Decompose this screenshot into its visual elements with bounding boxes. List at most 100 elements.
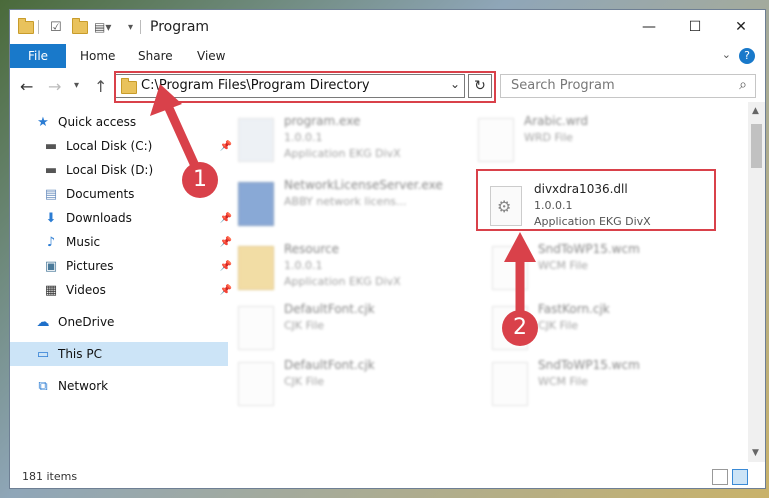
scroll-down-icon[interactable]: ▼ (752, 448, 759, 458)
exe-icon (238, 118, 274, 162)
qat-dropdown-icon[interactable]: ▾ (128, 19, 133, 35)
music-icon: ♪ (46, 234, 56, 250)
file-name: DefaultFont.cjk (284, 302, 375, 316)
file-type: CJK File (284, 319, 325, 332)
file-item-arabic-wrd[interactable]: Arabic.wrd WRD File (478, 114, 678, 170)
close-button[interactable]: ✕ (718, 10, 764, 44)
file-list: program.exe 1.0.0.1 Application EKG DivX… (206, 102, 741, 462)
sidebar-item-label: Local Disk (D:) (66, 163, 154, 177)
help-icon[interactable]: ? (739, 48, 755, 64)
separator (38, 19, 39, 35)
file-type: Application EKG DivX (284, 147, 401, 160)
item-count: 181 items (22, 470, 78, 483)
sidebar-item-label: This PC (58, 347, 102, 361)
tab-home[interactable]: Home (80, 44, 115, 68)
sidebar-item-label: OneDrive (58, 315, 115, 329)
file-item-program-exe[interactable]: program.exe 1.0.0.1 Application EKG DivX (238, 114, 438, 170)
document-icon (492, 362, 528, 406)
file-item-defaultfont-cjk-2[interactable]: DefaultFont.cjk CJK File (238, 358, 438, 414)
sidebar-item-label: Quick access (58, 115, 137, 129)
download-icon: ⬇ (45, 210, 57, 226)
sidebar-item-local-disk-c[interactable]: ▬ Local Disk (C:) 📌 (10, 134, 236, 158)
sidebar-item-downloads[interactable]: ⬇ Downloads 📌 (10, 206, 236, 230)
ribbon-tabs: Home Share View (10, 44, 765, 69)
title-bar: ☑ ▤▾ ▾ Program — ☐ ✕ (10, 10, 765, 44)
scrollbar-thumb[interactable] (751, 124, 762, 168)
sidebar-item-onedrive[interactable]: ☁ OneDrive (10, 310, 228, 334)
sidebar-item-label: Documents (66, 187, 135, 201)
sidebar-item-videos[interactable]: ▦ Videos 📌 (10, 278, 236, 302)
separator (140, 19, 141, 35)
drive-icon: ▬ (44, 138, 58, 154)
file-type: WCM File (538, 375, 588, 388)
folder-icon (18, 17, 34, 35)
file-type: WRD File (524, 131, 573, 144)
window-title: Program (150, 19, 210, 35)
sidebar-item-label: Network (58, 379, 109, 393)
file-type: Application EKG DivX (284, 275, 401, 288)
sidebar-item-music[interactable]: ♪ Music 📌 (10, 230, 236, 254)
sidebar-item-label: Pictures (66, 259, 114, 273)
videos-icon: ▦ (44, 282, 58, 298)
address-highlight-box (114, 71, 496, 103)
new-folder-icon[interactable] (72, 17, 88, 35)
document-icon (492, 246, 528, 290)
tab-view[interactable]: View (197, 44, 225, 68)
file-item-resource[interactable]: Resource 1.0.0.1 Application EKG DivX (238, 242, 438, 298)
file-type: CJK File (538, 319, 579, 332)
tab-file[interactable]: File (10, 44, 66, 68)
details-view-icon[interactable] (712, 469, 728, 485)
cloud-icon: ☁ (36, 314, 50, 330)
navigation-pane: ★ Quick access ▬ Local Disk (C:) 📌 ▬ Loc… (10, 102, 232, 462)
file-version: 1.0.0.1 (284, 131, 323, 144)
search-input[interactable]: Search Program ⌕ (500, 74, 756, 98)
documents-icon: ▤ (44, 186, 58, 202)
network-icon: ⧉ (38, 378, 48, 394)
maximize-button[interactable]: ☐ (672, 10, 718, 44)
file-name: program.exe (284, 114, 361, 128)
properties-icon[interactable]: ☑ (50, 19, 62, 35)
ribbon-expand-icon[interactable]: ⌄ (722, 48, 731, 61)
customize-qat-icon[interactable]: ▤▾ (94, 19, 111, 35)
scroll-up-icon[interactable]: ▲ (752, 106, 759, 116)
step-badge-1: 1 (182, 162, 218, 198)
file-name: Resource (284, 242, 340, 256)
sidebar-item-pictures[interactable]: ▣ Pictures 📌 (10, 254, 236, 278)
sidebar-item-this-pc[interactable]: ▭ This PC (10, 342, 228, 366)
file-item-sndtowp15-wcm-2[interactable]: SndToWP15.wcm WCM File (492, 358, 692, 414)
exe-icon (238, 182, 274, 226)
file-name: DefaultFont.cjk (284, 358, 375, 372)
file-type: WCM File (538, 259, 588, 272)
sidebar-item-label: Music (66, 235, 101, 249)
tiles-view-icon[interactable] (732, 469, 748, 485)
document-icon (478, 118, 514, 162)
up-icon[interactable]: ↑ (94, 77, 107, 96)
pictures-icon: ▣ (44, 258, 58, 274)
document-icon (238, 362, 274, 406)
search-icon: ⌕ (739, 77, 747, 93)
file-version: 1.0.0.1 (284, 259, 323, 272)
drive-icon: ▬ (44, 162, 58, 178)
recent-locations-icon[interactable]: ▾ (74, 80, 79, 91)
sidebar-item-quick-access[interactable]: ★ Quick access (10, 110, 228, 134)
vertical-scrollbar[interactable]: ▲ ▼ (748, 102, 765, 462)
forward-icon[interactable]: → (48, 77, 61, 96)
minimize-button[interactable]: — (626, 10, 672, 44)
file-item-sndtowp15-wcm[interactable]: SndToWP15.wcm WCM File (492, 242, 692, 298)
sidebar-item-label: Local Disk (C:) (66, 139, 153, 153)
file-name: FastKorn.cjk (538, 302, 610, 316)
file-item-defaultfont-cjk[interactable]: DefaultFont.cjk CJK File (238, 302, 438, 358)
file-type: CJK File (284, 375, 325, 388)
sidebar-item-label: Downloads (66, 211, 132, 225)
back-icon[interactable]: ← (20, 77, 33, 96)
star-icon: ★ (37, 114, 49, 130)
document-icon (238, 306, 274, 350)
status-bar: 181 items (10, 466, 765, 488)
sidebar-item-label: Videos (66, 283, 106, 297)
file-item-network-license-server[interactable]: NetworkLicenseServer.exe ABBY network li… (238, 178, 443, 234)
sidebar-item-network[interactable]: ⧉ Network (10, 374, 228, 398)
tab-share[interactable]: Share (138, 44, 173, 68)
file-name: NetworkLicenseServer.exe (284, 178, 443, 192)
folder-icon (238, 246, 274, 290)
step-badge-2: 2 (502, 310, 538, 346)
